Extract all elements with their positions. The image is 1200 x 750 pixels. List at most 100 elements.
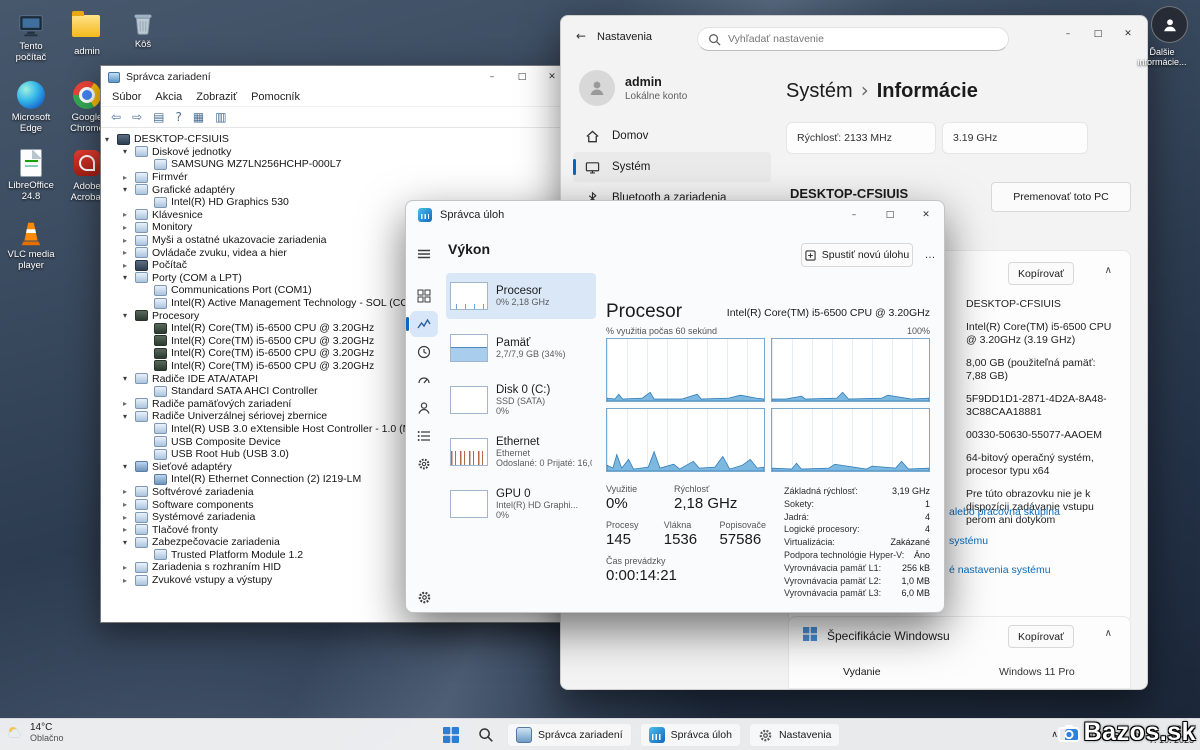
tree-item-label: Počítač <box>152 259 187 271</box>
toolbar-icon[interactable]: ⇦ <box>111 110 121 124</box>
collapse-chevron-icon[interactable]: ∧ <box>1105 628 1112 639</box>
desktop-icon-vlc[interactable]: VLC media player <box>4 218 58 271</box>
expand-arrow-icon[interactable] <box>105 135 116 144</box>
expand-arrow-icon[interactable] <box>123 147 134 156</box>
copy-button[interactable]: Kopírovať <box>1008 625 1074 648</box>
new-task-icon <box>805 250 816 261</box>
taskbar-app-settings[interactable]: Nastavenia <box>749 723 841 747</box>
expand-arrow-icon[interactable] <box>123 538 134 547</box>
device-icon <box>135 537 148 548</box>
device-manager-titlebar[interactable]: Správca zariadení – □ ✕ <box>101 66 571 88</box>
menu-item[interactable]: Zobraziť <box>189 89 244 105</box>
expand-arrow-icon[interactable] <box>123 462 134 471</box>
collapse-chevron-icon[interactable]: ∧ <box>1105 265 1112 276</box>
task-manager-titlebar[interactable]: Správca úloh – □ ✕ <box>406 201 944 229</box>
performance-metric-item[interactable]: Ethernet Ethernet Odoslané: 0 Prijaté: 1… <box>446 429 596 475</box>
toolbar: ⇦ ⇨ ▤? ▦ ▥ <box>101 106 571 128</box>
window-title: Správca úloh <box>440 209 504 221</box>
expand-arrow-icon[interactable] <box>123 261 134 270</box>
expand-arrow-icon[interactable] <box>123 236 134 245</box>
close-button[interactable]: ✕ <box>908 201 944 229</box>
toolbar-icon[interactable]: ▥ <box>215 110 226 124</box>
app-history-icon[interactable] <box>410 339 438 365</box>
expand-arrow-icon[interactable] <box>123 273 134 282</box>
taskbar-search-button[interactable] <box>473 723 499 747</box>
startup-apps-icon[interactable] <box>410 367 438 393</box>
tree-item[interactable]: Firmvér <box>101 171 571 184</box>
libreoffice-icon <box>16 149 46 179</box>
more-options-button[interactable]: … <box>920 243 940 267</box>
expand-arrow-icon[interactable] <box>123 248 134 257</box>
stat-label: Vlákna <box>664 520 710 530</box>
services-icon[interactable] <box>410 451 438 477</box>
expand-arrow-icon[interactable] <box>123 576 134 585</box>
detail-title: Procesor <box>606 301 682 323</box>
device-icon <box>135 172 148 183</box>
taskbar-weather-widget[interactable]: 14°C Oblačno <box>6 722 64 743</box>
camera-icon <box>1058 724 1080 742</box>
performance-metric-item[interactable]: Procesor 0% 2,18 GHz <box>446 273 596 319</box>
desktop-icon-edge[interactable]: Microsoft Edge <box>4 80 58 134</box>
tree-item[interactable]: Grafické adaptéry <box>101 183 571 196</box>
tree-item[interactable]: Diskové jednotky <box>101 146 571 159</box>
expand-arrow-icon[interactable] <box>123 223 134 232</box>
maximize-button[interactable]: □ <box>872 201 908 229</box>
expand-arrow-icon[interactable] <box>123 210 134 219</box>
expand-arrow-icon[interactable] <box>123 374 134 383</box>
performance-metric-item[interactable]: GPU 0 Intel(R) HD Graphi... 0% <box>446 481 596 527</box>
toolbar-icon[interactable]: ? <box>175 110 181 124</box>
settings-link[interactable]: alebo pracovná skupina <box>949 506 1060 518</box>
toolbar-icon[interactable]: ▤ <box>153 110 164 124</box>
start-button[interactable] <box>437 723 465 747</box>
performance-icon[interactable] <box>410 311 438 337</box>
expand-arrow-icon[interactable] <box>123 412 134 421</box>
menu-item[interactable]: Súbor <box>105 89 148 105</box>
settings-search-input[interactable]: Vyhľadať nastavenie <box>697 27 1009 51</box>
taskbar-app-device-manager[interactable]: Správca zariadení <box>507 723 632 747</box>
menu-item[interactable]: Pomocník <box>244 89 307 105</box>
menu-item[interactable]: Akcia <box>148 89 189 105</box>
toolbar-icon[interactable]: ▦ <box>193 110 204 124</box>
expand-arrow-icon[interactable] <box>123 500 134 509</box>
expand-arrow-icon[interactable] <box>123 513 134 522</box>
sidebar-item-home[interactable]: Domov <box>573 121 771 151</box>
minimize-button[interactable]: – <box>477 66 507 88</box>
device-icon <box>154 436 167 447</box>
rename-pc-button[interactable]: Premenovať toto PC <box>991 182 1131 212</box>
toolbar-icon[interactable]: ⇨ <box>132 110 142 124</box>
desktop-icon-admin[interactable]: admin <box>60 10 114 58</box>
minimize-button[interactable]: – <box>836 201 872 229</box>
expand-arrow-icon[interactable] <box>123 525 134 534</box>
maximize-button[interactable]: □ <box>507 66 537 88</box>
details-icon[interactable] <box>410 423 438 449</box>
copy-button[interactable]: Kopírovať <box>1008 262 1074 285</box>
device-icon <box>135 575 148 586</box>
maximize-button[interactable]: □ <box>1083 16 1113 52</box>
sidebar-item-system[interactable]: Systém <box>573 152 771 182</box>
tree-item[interactable]: DESKTOP-CFSIUIS <box>101 133 571 146</box>
performance-metric-item[interactable]: Pamäť 2,7/7,9 GB (34%) <box>446 325 596 371</box>
menu-icon[interactable] <box>410 241 438 267</box>
breadcrumb-parent[interactable]: Systém <box>786 80 853 102</box>
expand-arrow-icon[interactable] <box>123 399 134 408</box>
taskbar-app-task-manager[interactable]: Správca úloh <box>640 723 741 747</box>
desktop-icon-recycle-bin[interactable]: Kôš <box>116 8 170 51</box>
run-new-task-button[interactable]: Spustiť novú úlohu <box>801 243 913 267</box>
tree-item[interactable]: SAMSUNG MZ7LN256HCHP-000L7 <box>101 158 571 171</box>
expand-arrow-icon[interactable] <box>123 311 134 320</box>
expand-arrow-icon[interactable] <box>123 185 134 194</box>
account-header[interactable]: admin Lokálne konto <box>561 64 783 120</box>
performance-metric-item[interactable]: Disk 0 (C:) SSD (SATA) 0% <box>446 377 596 423</box>
minimize-button[interactable]: – <box>1053 16 1083 52</box>
settings-link[interactable]: systému <box>949 535 1060 547</box>
processes-icon[interactable] <box>410 283 438 309</box>
desktop-icon-libreoffice[interactable]: LibreOffice 24.8 <box>4 148 58 202</box>
settings-gear-icon[interactable] <box>410 584 438 610</box>
users-icon[interactable] <box>410 395 438 421</box>
back-button[interactable]: ← <box>576 29 586 43</box>
expand-arrow-icon[interactable] <box>123 487 134 496</box>
expand-arrow-icon[interactable] <box>123 173 134 182</box>
expand-arrow-icon[interactable] <box>123 563 134 572</box>
settings-link[interactable]: é nastavenia systému <box>949 564 1060 576</box>
desktop-icon-this-pc[interactable]: Tento počítač <box>4 10 58 63</box>
